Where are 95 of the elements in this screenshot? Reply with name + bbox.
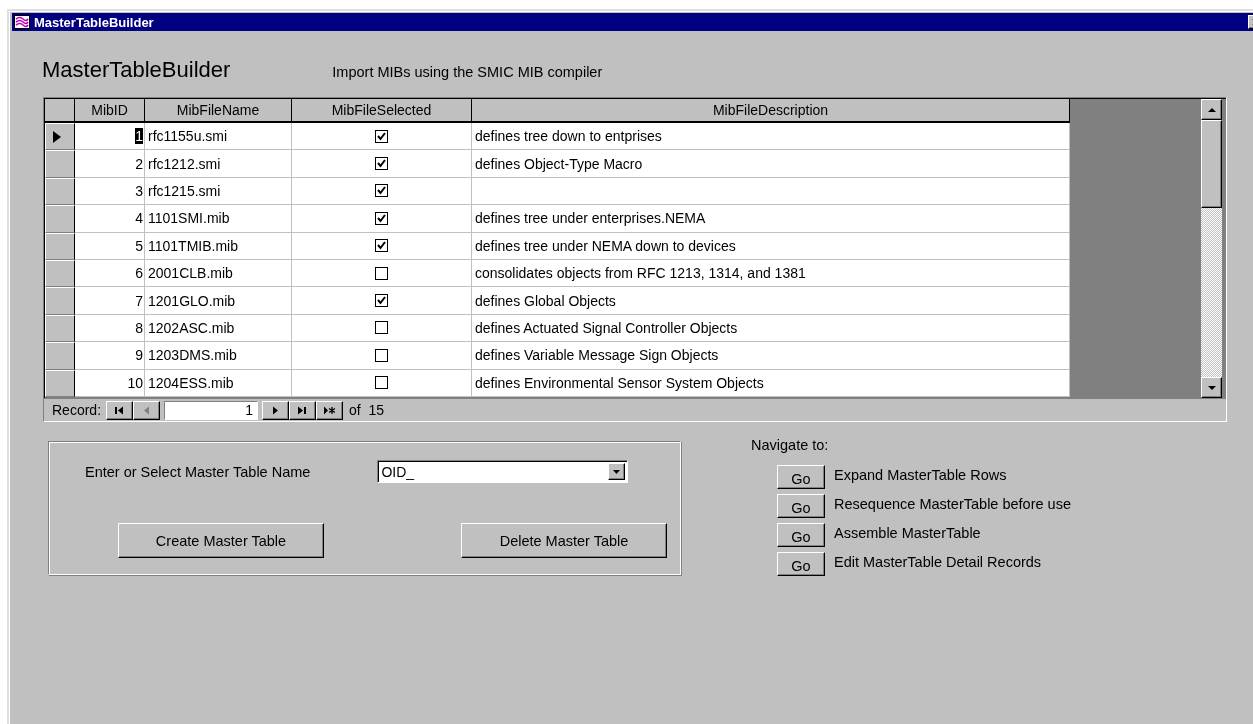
first-icon — [114, 405, 126, 415]
checkbox[interactable] — [375, 129, 388, 143]
scroll-up-button[interactable] — [1201, 99, 1222, 120]
down-arrow-icon — [1207, 385, 1216, 390]
table-cell: rfc1155u.smi — [145, 123, 292, 151]
record-selector[interactable] — [45, 369, 75, 397]
master-table-combo[interactable]: OID_ — [377, 460, 629, 483]
window-title: MasterTableBuilder — [34, 14, 154, 30]
table-cell: consolidates objects from RFC 1213, 1314, and 1381 — [472, 259, 1070, 288]
table-cell: defines tree down to entprises — [472, 123, 1070, 151]
navigate-label: Navigate to: — [751, 436, 829, 453]
record-selector[interactable] — [45, 205, 75, 233]
previous-record-button[interactable] — [133, 400, 161, 420]
table-cell: 6 — [135, 265, 143, 282]
action-label: Expand MasterTable Rows — [834, 466, 1007, 483]
table-cell: 2 — [135, 155, 143, 172]
next-record-button[interactable] — [262, 400, 290, 420]
column-header[interactable]: MibFileName — [145, 99, 292, 123]
checkbox[interactable] — [375, 239, 388, 253]
record-selector[interactable] — [45, 314, 75, 343]
record-label: Record: — [52, 402, 102, 418]
record-count: of 15 — [349, 402, 385, 418]
column-header[interactable]: MibID — [75, 99, 145, 123]
table-cell: 8 — [135, 319, 143, 336]
new-record-button[interactable] — [316, 400, 344, 420]
table-cell: defines Actuated Signal Controller Objects — [472, 314, 1070, 343]
field-label: Enter or Select Master Table Name — [85, 463, 311, 480]
record-selector[interactable] — [45, 177, 75, 206]
check-icon — [376, 295, 387, 307]
table-cell: 9 — [135, 347, 143, 364]
column-header[interactable]: MibFileDescription — [472, 99, 1070, 123]
table-cell: 1202ASC.mib — [145, 314, 292, 343]
go-button[interactable]: Go — [777, 552, 825, 576]
table-cell: rfc1215.smi — [145, 177, 292, 206]
checkbox[interactable] — [375, 157, 388, 171]
current-record-icon — [52, 130, 62, 143]
up-arrow-icon — [1207, 107, 1216, 112]
check-icon — [376, 158, 387, 170]
dropdown-arrow-icon[interactable] — [613, 469, 621, 474]
grid-corner — [45, 99, 75, 123]
checkbox[interactable] — [375, 348, 388, 362]
checkbox[interactable] — [375, 266, 388, 280]
table-cell: defines Variable Message Sign Objects — [472, 342, 1070, 370]
checkbox[interactable] — [375, 211, 388, 225]
table-cell: 7 — [135, 292, 143, 309]
last-icon — [297, 405, 309, 415]
form-heading: MasterTableBuilder — [42, 57, 231, 83]
record-selector[interactable] — [45, 232, 75, 260]
table-cell: 5 — [135, 237, 143, 254]
table-cell: 1203DMS.mib — [145, 342, 292, 370]
table-cell: defines Environmental Sensor System Objects — [472, 369, 1070, 397]
table-cell: 2001CLB.mib — [145, 259, 292, 288]
delete-button[interactable]: Delete Master Table — [461, 523, 667, 558]
table-cell: 3 — [135, 182, 143, 199]
checkbox[interactable] — [375, 321, 388, 335]
table-cell: rfc1212.smi — [145, 150, 292, 178]
action-label: Assemble MasterTable — [834, 524, 981, 541]
checkbox[interactable] — [375, 184, 388, 198]
check-icon — [376, 130, 387, 142]
check-icon — [376, 185, 387, 197]
go-button[interactable]: Go — [777, 465, 825, 489]
table-cell: 1201GLO.mib — [145, 287, 292, 315]
table-cell: 1 — [135, 128, 143, 145]
table-cell: 1204ESS.mib — [145, 369, 292, 397]
table-cell: defines Object-Type Macro — [472, 150, 1070, 178]
app-icon — [14, 15, 30, 29]
go-button[interactable]: Go — [777, 494, 825, 518]
check-icon — [376, 240, 387, 252]
record-selector[interactable] — [45, 287, 75, 315]
first-record-button[interactable] — [106, 400, 134, 420]
table-cell: 1101TMIB.mib — [145, 232, 292, 260]
record-selector[interactable] — [45, 342, 75, 370]
checkbox[interactable] — [375, 294, 388, 308]
action-label: Resequence MasterTable before use — [834, 495, 1071, 512]
check-icon — [376, 212, 387, 224]
scroll-down-button[interactable] — [1201, 377, 1222, 398]
go-button[interactable]: Go — [777, 523, 825, 547]
record-selector[interactable] — [45, 150, 75, 178]
form-subtitle: Import MIBs using the SMIC MIB compiler — [332, 64, 603, 80]
table-cell: defines tree under NEMA down to devices — [472, 232, 1070, 260]
record-selector[interactable] — [45, 123, 75, 151]
action-label: Edit MasterTable Detail Records — [834, 553, 1042, 570]
checkbox[interactable] — [375, 376, 388, 390]
record-selector[interactable] — [45, 259, 75, 288]
table-cell: defines Global Objects — [472, 287, 1070, 315]
scrollbar-thumb[interactable] — [1201, 120, 1222, 208]
table-cell: 10 — [127, 374, 143, 391]
column-header[interactable]: MibFileSelected — [292, 99, 472, 123]
last-record-button[interactable] — [289, 400, 317, 420]
table-cell: defines tree under enterprises.NEMA — [472, 205, 1070, 233]
record-number-field[interactable]: 1 — [164, 400, 259, 420]
new-record-icon — [324, 405, 336, 415]
create-button[interactable]: Create Master Table — [118, 523, 324, 558]
table-cell: 1101SMI.mib — [145, 205, 292, 233]
table-cell: 4 — [135, 210, 143, 227]
